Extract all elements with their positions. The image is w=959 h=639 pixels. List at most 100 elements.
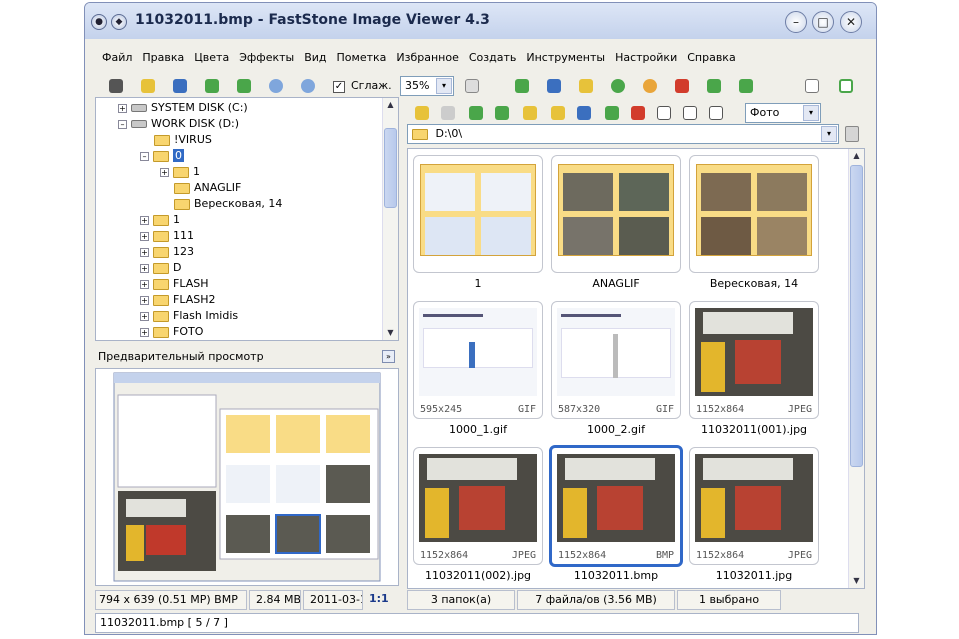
thumbnails-view-icon[interactable]: [653, 102, 675, 124]
menu-view[interactable]: Вид: [299, 47, 331, 69]
back-arrow-icon[interactable]: [411, 102, 433, 124]
expand-icon[interactable]: +: [140, 311, 149, 321]
up-folder-icon[interactable]: [465, 102, 487, 124]
thumbnail-caption: 1000_1.gif: [449, 423, 507, 436]
tree-item-system-disk[interactable]: + SYSTEM DISK (C:): [118, 100, 248, 116]
favorite-folder-icon[interactable]: [519, 102, 541, 124]
scroll-up-icon[interactable]: ▲: [384, 98, 397, 112]
menu-tools[interactable]: Инструменты: [521, 47, 610, 69]
delete-icon[interactable]: [627, 102, 649, 124]
expand-icon[interactable]: +: [140, 215, 149, 225]
red-eye-icon[interactable]: [607, 75, 629, 97]
collapse-icon[interactable]: –: [118, 119, 127, 129]
tree-item-d[interactable]: + D: [140, 260, 181, 276]
color-balance-icon[interactable]: [575, 75, 597, 97]
refresh-icon[interactable]: [491, 102, 513, 124]
thumbnail-browser: 1 ANAGLIF Вересковая, 14 595x245 GIF 100…: [407, 148, 865, 589]
rotate-right-icon[interactable]: [703, 75, 725, 97]
chevron-down-icon[interactable]: ▾: [821, 126, 837, 142]
tree-item-123[interactable]: +123: [140, 244, 194, 260]
thumbnail-folder-vereskovaya[interactable]: [689, 155, 819, 273]
close-button[interactable]: ✕: [840, 11, 862, 33]
rotate-left-icon[interactable]: [671, 75, 693, 97]
tree-item-1[interactable]: +1: [140, 212, 180, 228]
expand-icon[interactable]: +: [140, 279, 149, 289]
scroll-down-icon[interactable]: ▼: [384, 326, 397, 340]
rollup-icon[interactable]: ◆: [111, 14, 127, 30]
expand-icon[interactable]: +: [140, 263, 149, 273]
menu-effects[interactable]: Эффекты: [234, 47, 299, 69]
scroll-down-icon[interactable]: ▼: [850, 574, 863, 588]
smooth-checkbox[interactable]: ✓: [333, 81, 345, 93]
address-bar[interactable]: D:\0\ ▾: [407, 124, 839, 144]
details-view-icon[interactable]: [705, 102, 727, 124]
expand-icon[interactable]: +: [118, 103, 127, 113]
prev-image-icon[interactable]: [201, 75, 223, 97]
browser-scrollbar[interactable]: ▲ ▼: [848, 149, 864, 588]
open-icon[interactable]: [137, 75, 159, 97]
tree-item-foto[interactable]: + FOTO: [140, 324, 203, 340]
save-icon[interactable]: [169, 75, 191, 97]
effects-icon[interactable]: [639, 75, 661, 97]
acquire-camera-icon[interactable]: [105, 75, 127, 97]
expand-icon[interactable]: +: [140, 231, 149, 241]
thumbnail-11032011-001-jpg[interactable]: 1152x864 JPEG: [689, 301, 819, 419]
thumbnail-1000-1-gif[interactable]: 595x245 GIF: [413, 301, 543, 419]
thumbnail-1000-2-gif[interactable]: 587x320 GIF: [551, 301, 681, 419]
zoom-select[interactable]: 35% ▾: [400, 76, 454, 96]
tree-item-flash[interactable]: + FLASH: [140, 276, 209, 292]
sort-select[interactable]: Фото ▾: [745, 103, 821, 123]
zoom-out-icon[interactable]: [297, 75, 319, 97]
collapse-icon[interactable]: –: [140, 151, 149, 161]
hand-tool-icon[interactable]: [461, 75, 483, 97]
scroll-up-icon[interactable]: ▲: [850, 149, 863, 163]
tree-item-work-disk[interactable]: – WORK DISK (D:): [118, 116, 239, 132]
menu-colors[interactable]: Цвета: [189, 47, 234, 69]
expand-icon[interactable]: +: [140, 295, 149, 305]
expand-icon[interactable]: +: [140, 327, 149, 337]
trash-icon[interactable]: [845, 126, 859, 142]
tree-item-anaglif[interactable]: ANAGLIF: [174, 180, 241, 196]
tree-scrollbar[interactable]: ▲ ▼: [382, 98, 398, 340]
copy-to-icon[interactable]: [573, 102, 595, 124]
fullscreen-icon[interactable]: [835, 75, 857, 97]
menu-edit[interactable]: Правка: [137, 47, 189, 69]
menu-tag[interactable]: Пометка: [332, 47, 392, 69]
zoom-in-icon[interactable]: [265, 75, 287, 97]
menu-favorites[interactable]: Избранное: [391, 47, 463, 69]
tree-item-0-1[interactable]: +1: [160, 164, 200, 180]
sort-icon[interactable]: [511, 75, 533, 97]
tree-item-virus[interactable]: !VIRUS: [154, 132, 212, 148]
browser-layout-icon[interactable]: [801, 75, 823, 97]
collapse-preview-button[interactable]: »: [382, 350, 395, 363]
list-view-icon[interactable]: [679, 102, 701, 124]
resize-icon[interactable]: [543, 75, 565, 97]
maximize-button[interactable]: □: [812, 11, 834, 33]
menu-create[interactable]: Создать: [464, 47, 522, 69]
tree-item-flash-imidis[interactable]: + Flash Imidis: [140, 308, 238, 324]
minimize-button[interactable]: –: [785, 11, 807, 33]
tree-item-111[interactable]: +111: [140, 228, 194, 244]
expand-icon[interactable]: +: [160, 167, 169, 177]
scroll-thumb[interactable]: [850, 165, 863, 467]
menu-help[interactable]: Справка: [682, 47, 740, 69]
system-menu-icon[interactable]: ●: [91, 14, 107, 30]
tree-item-0[interactable]: –0: [140, 148, 184, 164]
menu-settings[interactable]: Настройки: [610, 47, 682, 69]
thumbnail-folder-anaglif[interactable]: [551, 155, 681, 273]
expand-icon[interactable]: +: [140, 247, 149, 257]
thumbnail-folder-1[interactable]: [413, 155, 543, 273]
tree-item-vereskovaya[interactable]: Вересковая, 14: [174, 196, 282, 212]
thumbnail-11032011-002-jpg[interactable]: 1152x864 JPEG: [413, 447, 543, 565]
next-image-icon[interactable]: [233, 75, 255, 97]
flip-icon[interactable]: [735, 75, 757, 97]
new-folder-icon[interactable]: [547, 102, 569, 124]
actual-size-button[interactable]: 1:1: [365, 590, 399, 610]
move-to-icon[interactable]: [601, 102, 623, 124]
thumbnail-11032011-bmp[interactable]: 1152x864 BMP: [549, 445, 683, 567]
menu-file[interactable]: Файл: [97, 47, 137, 69]
forward-arrow-icon[interactable]: [437, 102, 459, 124]
tree-item-flash2[interactable]: + FLASH2: [140, 292, 216, 308]
thumbnail-11032011-jpg[interactable]: 1152x864 JPEG: [689, 447, 819, 565]
scroll-thumb[interactable]: [384, 128, 397, 208]
